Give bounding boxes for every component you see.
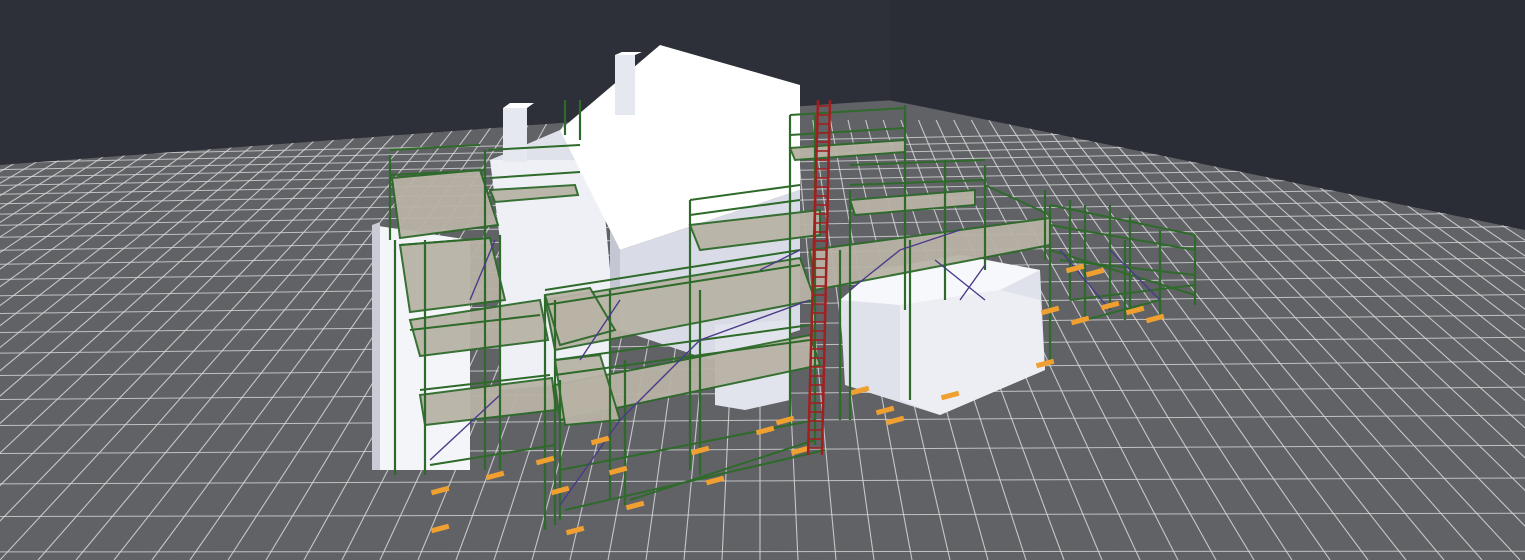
scaffold-deck [390, 168, 500, 240]
house-wing-left-side [372, 222, 380, 470]
viewport-3d[interactable] [0, 0, 1525, 560]
scene-canvas[interactable] [0, 0, 1525, 560]
chimney-1 [615, 55, 635, 115]
scaffold-deck [398, 236, 507, 314]
floor-grid-line [0, 550, 1525, 553]
chimney-2 [503, 108, 527, 162]
